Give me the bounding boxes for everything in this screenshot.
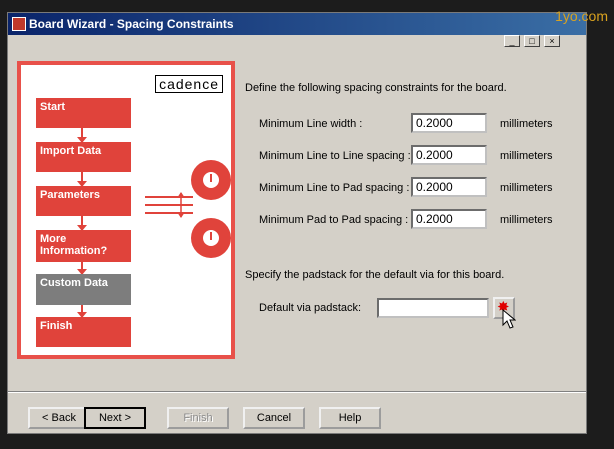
flow-step-more-information: More Information? bbox=[36, 230, 131, 262]
mouse-cursor-icon bbox=[502, 309, 516, 329]
cadence-logo: cadence bbox=[155, 75, 223, 93]
next-button[interactable]: Next > bbox=[84, 407, 146, 429]
close-icon[interactable]: × bbox=[544, 35, 560, 47]
min-pad-to-pad-input[interactable] bbox=[411, 209, 487, 229]
flow-step-parameters: Parameters bbox=[36, 186, 131, 216]
maximize-icon[interactable]: □ bbox=[524, 35, 540, 47]
button-separator bbox=[8, 391, 586, 393]
cancel-button[interactable]: Cancel bbox=[243, 407, 305, 429]
unit-label: millimeters bbox=[500, 214, 553, 226]
min-line-to-line-label: Minimum Line to Line spacing : bbox=[259, 150, 411, 162]
spacing-illustration bbox=[145, 160, 231, 258]
unit-label: millimeters bbox=[500, 118, 553, 130]
padstack-instructions: Specify the padstack for the default via… bbox=[245, 269, 505, 281]
spacing-instructions: Define the following spacing constraints… bbox=[245, 82, 507, 94]
flow-step-custom-data: Custom Data bbox=[36, 274, 131, 305]
app-icon bbox=[12, 17, 26, 31]
flow-arrow bbox=[77, 262, 87, 275]
help-button[interactable]: Help bbox=[319, 407, 381, 429]
flow-arrow bbox=[77, 128, 87, 143]
min-line-width-label: Minimum Line width : bbox=[259, 118, 363, 130]
unit-label: millimeters bbox=[500, 150, 553, 162]
back-button[interactable]: < Back bbox=[28, 407, 90, 429]
flow-step-import-data: Import Data bbox=[36, 142, 131, 172]
flow-step-start: Start bbox=[36, 98, 131, 128]
min-line-to-pad-label: Minimum Line to Pad spacing : bbox=[259, 182, 410, 194]
flow-step-finish: Finish bbox=[36, 317, 131, 347]
default-via-label: Default via padstack: bbox=[259, 302, 362, 314]
title-bar[interactable]: Board Wizard - Spacing Constraints bbox=[8, 13, 586, 35]
flow-arrow bbox=[77, 305, 87, 318]
min-line-to-line-input[interactable] bbox=[411, 145, 487, 165]
flow-arrow bbox=[77, 216, 87, 231]
min-line-width-input[interactable] bbox=[411, 113, 487, 133]
window-controls: _ □ × bbox=[504, 35, 560, 47]
board-wizard-window: Board Wizard - Spacing Constraints _ □ ×… bbox=[7, 12, 587, 434]
min-line-to-pad-input[interactable] bbox=[411, 177, 487, 197]
min-pad-to-pad-label: Minimum Pad to Pad spacing : bbox=[259, 214, 409, 226]
window-title: Board Wizard - Spacing Constraints bbox=[29, 17, 234, 31]
minimize-icon[interactable]: _ bbox=[504, 35, 520, 47]
watermark-text: 1yo.com bbox=[555, 8, 608, 24]
wizard-flow-graphic: cadence Start Import Data Parameters Mor… bbox=[17, 61, 235, 359]
default-via-input[interactable] bbox=[377, 298, 489, 318]
unit-label: millimeters bbox=[500, 182, 553, 194]
flow-arrow bbox=[77, 172, 87, 187]
finish-button[interactable]: Finish bbox=[167, 407, 229, 429]
